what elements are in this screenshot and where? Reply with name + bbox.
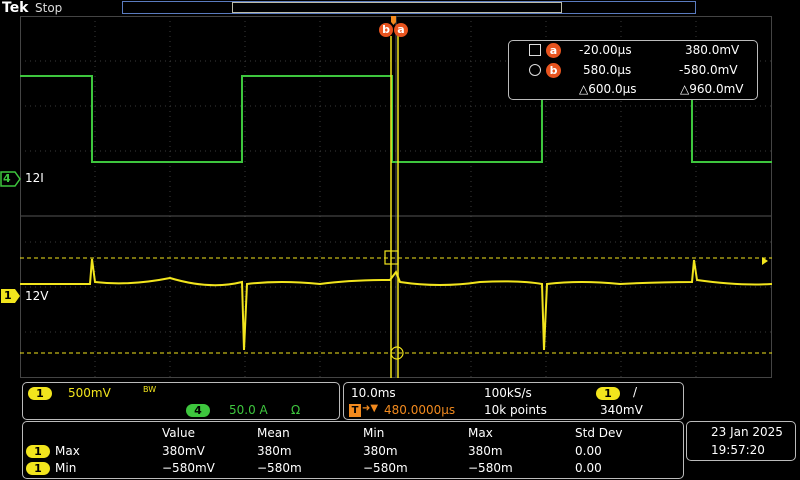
ch1-marker-number: 1 (4, 289, 12, 302)
meas-mean: 380m (257, 444, 292, 458)
meas-header-std-dev: Std Dev (575, 426, 623, 440)
circle-cursor-icon (529, 64, 541, 76)
meas-std-dev: 0.00 (575, 461, 602, 475)
trigger-level: 340mV (600, 403, 643, 417)
time: 19:57:20 (711, 443, 765, 457)
ch1-chip: 1 (28, 387, 52, 400)
trigger-position: 480.0000µs (384, 403, 456, 417)
meas-source-chip: 1 (26, 445, 50, 458)
datetime-panel[interactable]: 23 Jan 2025 19:57:20 (686, 421, 796, 461)
cursor-b-badge: b (546, 63, 561, 78)
meas-max: −580m (468, 461, 513, 475)
horizontal-trigger-panel[interactable]: 10.0ms 100kS/s 1 / T ➜▼ 480.0000µs 10k p… (343, 382, 684, 420)
meas-std-dev: 0.00 (575, 444, 602, 458)
meas-value: −580mV (162, 461, 215, 475)
meas-min: −580m (363, 461, 408, 475)
acquisition-status: Stop (35, 1, 63, 15)
meas-header-value: Value (162, 426, 195, 440)
cursor-delta-time: △600.0µs (579, 82, 637, 96)
cursor-a-top-badge[interactable]: a (394, 23, 408, 37)
meas-header-max: Max (468, 426, 493, 440)
meas-min: 380m (363, 444, 398, 458)
timebase: 10.0ms (351, 386, 396, 400)
ch1-scale: 500mV (68, 386, 111, 400)
ch4-label: 12I (25, 171, 44, 185)
cursor-a-time: -20.00µs (579, 43, 632, 57)
cursor-a-row: a -20.00µs 380.0mV (509, 42, 757, 60)
cursor-b-top-badge[interactable]: b (379, 23, 393, 37)
ch4-impedance-icon: Ω (291, 403, 301, 417)
meas-value: 380mV (162, 444, 205, 458)
ch1-label: 12V (25, 289, 49, 303)
ch4-chip: 4 (186, 404, 210, 417)
meas-name: Min (55, 461, 77, 475)
date: 23 Jan 2025 (711, 425, 783, 439)
bandwidth-limit-icon: BW (143, 385, 157, 394)
trigger-slope-icon: / (633, 385, 638, 399)
trigger-position-badge-icon: T (349, 404, 361, 417)
brand-logo: Tek (2, 0, 29, 16)
cursor-b-row: b 580.0µs -580.0mV (509, 62, 757, 80)
sample-rate: 100kS/s (484, 386, 532, 400)
cursor-delta-value: △960.0mV (680, 82, 744, 96)
ch4-scale: 50.0 A (229, 403, 268, 417)
measurements-panel[interactable]: Value Mean Min Max Std Dev 1 Max 380mV 3… (22, 421, 684, 479)
cursor-a-badge: a (546, 43, 561, 58)
cursor-b-value: -580.0mV (679, 63, 738, 77)
record-length: 10k points (484, 403, 547, 417)
vertical-settings-panel[interactable]: 1 500mV BW 4 50.0 A Ω (22, 382, 340, 420)
cursor-readout-panel[interactable]: a -20.00µs 380.0mV b 580.0µs -580.0mV △6… (508, 40, 758, 100)
meas-max: 380m (468, 444, 503, 458)
record-view-window[interactable] (232, 2, 562, 13)
meas-header-mean: Mean (257, 426, 290, 440)
trigger-source-chip: 1 (596, 387, 620, 400)
ch4-marker-number: 4 (3, 172, 11, 185)
square-cursor-icon (529, 44, 541, 56)
trigger-arrow-icon: ➜▼ (362, 403, 379, 414)
cursor-a-value: 380.0mV (685, 43, 740, 57)
cursor-b-time: 580.0µs (583, 63, 632, 77)
meas-source-chip: 1 (26, 462, 50, 475)
ch1-offset-marker[interactable]: 1 (0, 288, 22, 304)
meas-name: Max (55, 444, 80, 458)
ch4-offset-marker[interactable]: 4 (0, 171, 22, 187)
cursor-delta-row: △600.0µs △960.0mV (509, 81, 757, 99)
trigger-position-icon (391, 16, 396, 25)
meas-mean: −580m (257, 461, 302, 475)
meas-header-min: Min (363, 426, 385, 440)
